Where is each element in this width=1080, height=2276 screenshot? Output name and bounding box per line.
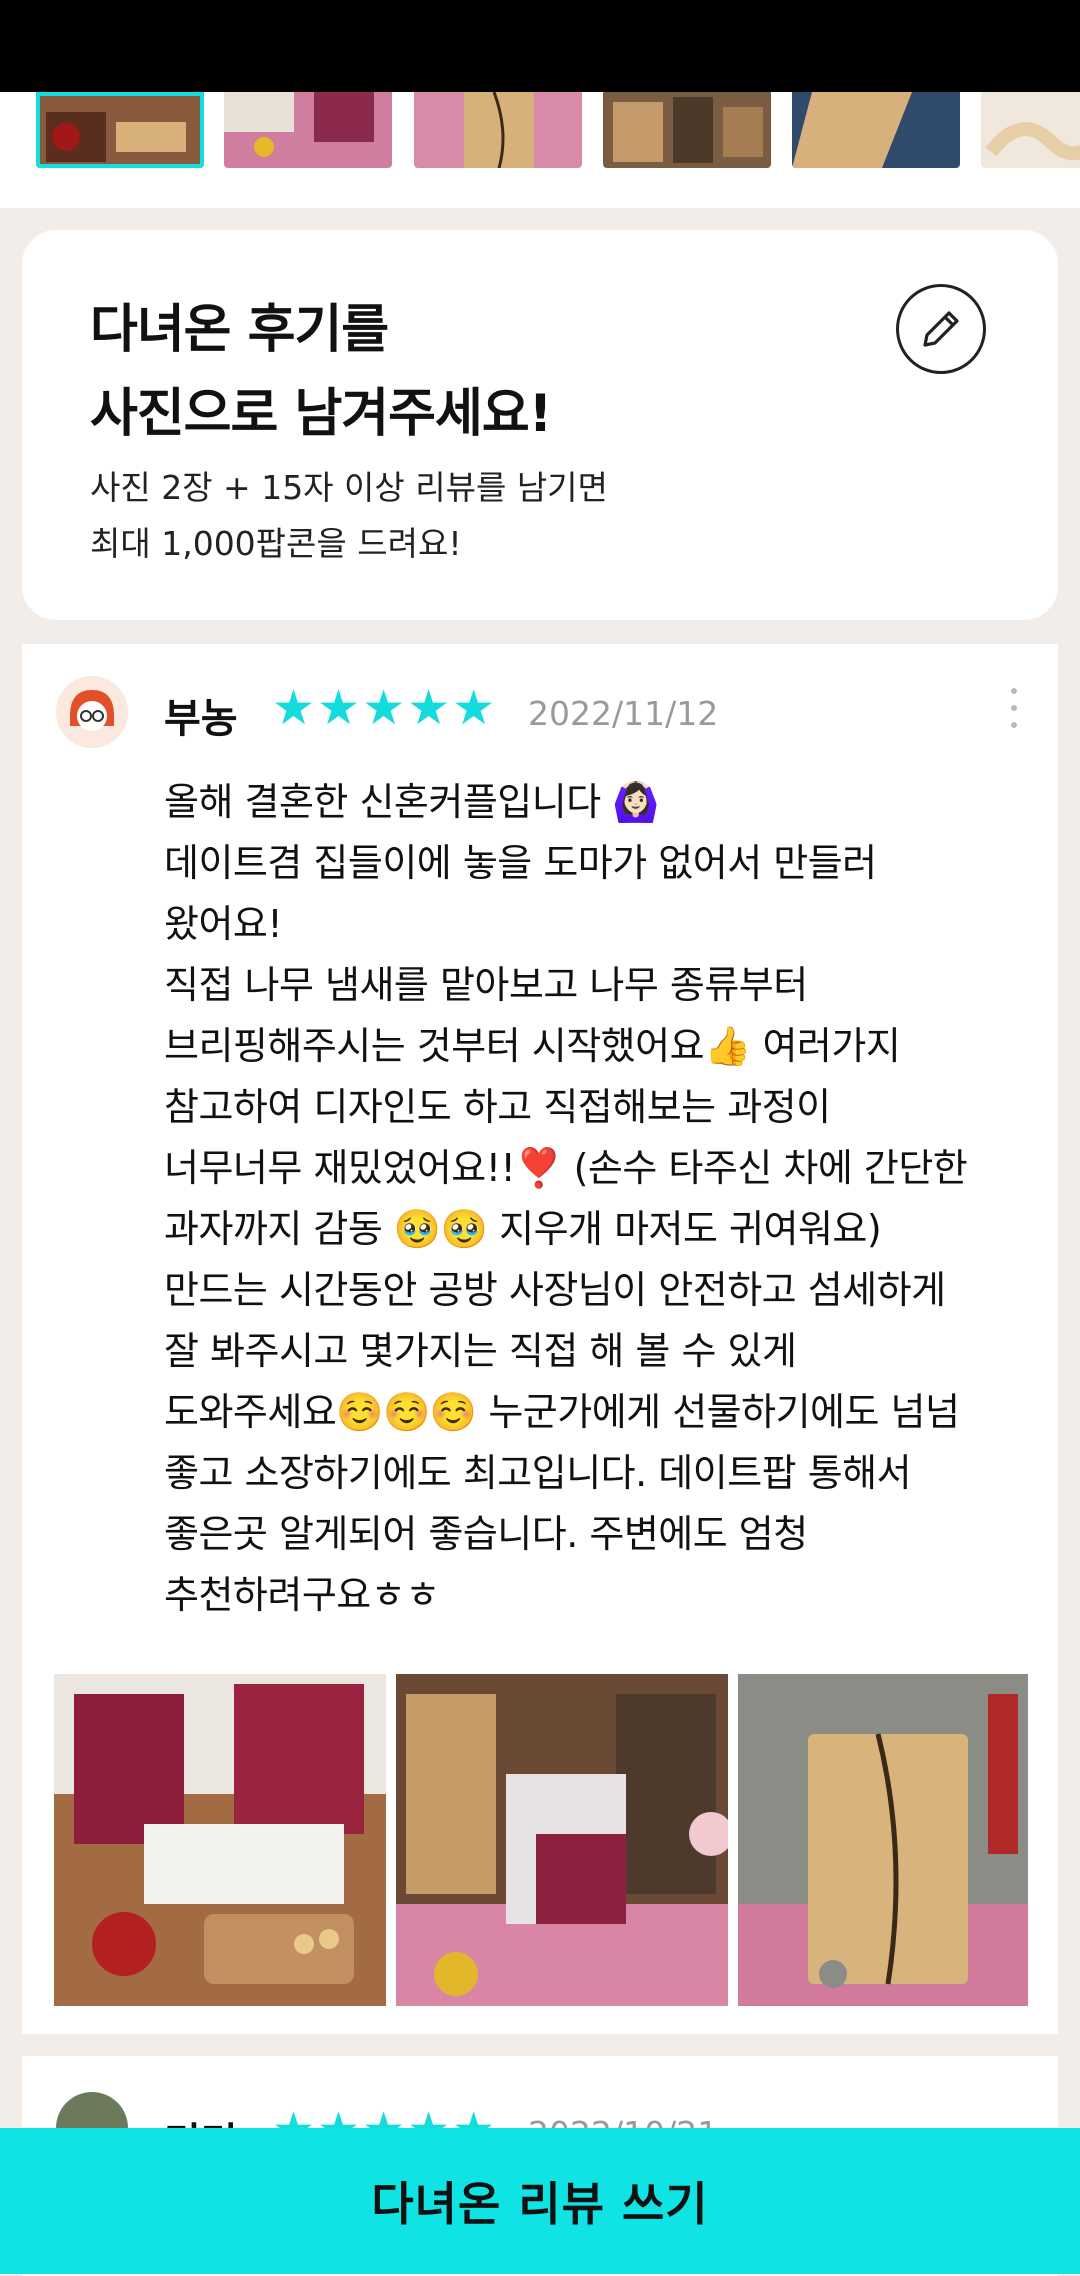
- review-line: 브리핑해주시는 것부터 시작했어요👍 여러가지: [164, 1024, 901, 1068]
- prompt-title: 다녀온 후기를 사진으로 남겨주세요!: [90, 288, 552, 456]
- thumbnail-2[interactable]: [224, 92, 392, 168]
- star-icon: ★: [362, 680, 406, 736]
- prompt-subtitle: 사진 2장 + 15자 이상 리뷰를 남기면 최대 1,000팝콘을 드려요!: [90, 460, 608, 572]
- review-date: 2022/11/12: [528, 694, 719, 733]
- review-line: 참고하여 디자인도 하고 직접해보는 과정이: [164, 1085, 831, 1129]
- review-line: 도와주세요☺️☺️☺️ 누군가에게 선물하기에도 넘넘: [164, 1390, 960, 1434]
- review-line: 올해 결혼한 신혼커플입니다 🙆🏻‍♀️: [164, 780, 660, 824]
- review-line: 과자까지 감동 🥹🥹 지우개 마저도 귀여워요): [164, 1207, 882, 1251]
- review-prompt-card: 다녀온 후기를 사진으로 남겨주세요! 사진 2장 + 15자 이상 리뷰를 남…: [22, 230, 1058, 620]
- write-review-cta-button[interactable]: 다녀온 리뷰 쓰기: [0, 2128, 1080, 2274]
- prompt-title-line-1: 다녀온 후기를: [90, 300, 389, 360]
- thumbnail-4[interactable]: [603, 92, 771, 168]
- more-options-icon[interactable]: [1004, 688, 1024, 728]
- star-rating: ★ ★ ★ ★ ★: [272, 680, 495, 736]
- prompt-title-line-2: 사진으로 남겨주세요!: [90, 384, 552, 444]
- review-line: 만드는 시간동안 공방 사장님이 안전하고 섬세하게: [164, 1268, 946, 1312]
- pencil-icon: [923, 311, 959, 347]
- thumbnail-3[interactable]: [414, 92, 582, 168]
- review-line: 좋은곳 알게되어 좋습니다. 주변에도 엄청: [164, 1512, 808, 1556]
- review-photo-3[interactable]: [738, 1674, 1028, 2006]
- review-card: 부농 ★ ★ ★ ★ ★ 2022/11/12 올해 결혼한 신혼커플입니다 🙆…: [22, 644, 1058, 2034]
- avatar[interactable]: [56, 676, 128, 748]
- review-line: 좋고 소장하기에도 최고입니다. 데이트팝 통해서: [164, 1451, 912, 1495]
- review-line: 직접 나무 냄새를 맡아보고 나무 종류부터: [164, 963, 808, 1007]
- write-review-button[interactable]: [896, 284, 986, 374]
- prompt-subtitle-line-2: 최대 1,000팝콘을 드려요!: [90, 524, 462, 563]
- prompt-subtitle-line-1: 사진 2장 + 15자 이상 리뷰를 남기면: [90, 468, 608, 507]
- status-bar: [0, 0, 1080, 92]
- thumbnail-1[interactable]: [36, 92, 204, 168]
- review-line: 잘 봐주시고 몇가지는 직접 해 볼 수 있게: [164, 1329, 797, 1373]
- review-line: 추천하려구요ㅎㅎ: [164, 1573, 440, 1617]
- review-text: 올해 결혼한 신혼커플입니다 🙆🏻‍♀️ 데이트겸 집들이에 놓을 도마가 없어…: [164, 772, 1064, 1626]
- photo-thumbnail-strip[interactable]: [0, 92, 1080, 208]
- star-icon: ★: [272, 680, 316, 736]
- star-icon: ★: [452, 680, 496, 736]
- thumbnail-6[interactable]: [981, 92, 1080, 168]
- review-author: 부농: [164, 696, 238, 742]
- review-line: 너무너무 재밌었어요!!❣️ (손수 타주신 차에 간단한: [164, 1146, 968, 1190]
- review-photo-2[interactable]: [396, 1674, 728, 2006]
- review-line: 왔어요!: [164, 902, 283, 946]
- review-photo-1[interactable]: [54, 1674, 386, 2006]
- review-line: 데이트겸 집들이에 놓을 도마가 없어서 만들러: [164, 841, 877, 885]
- star-icon: ★: [407, 680, 451, 736]
- star-icon: ★: [317, 680, 361, 736]
- thumbnail-5[interactable]: [792, 92, 960, 168]
